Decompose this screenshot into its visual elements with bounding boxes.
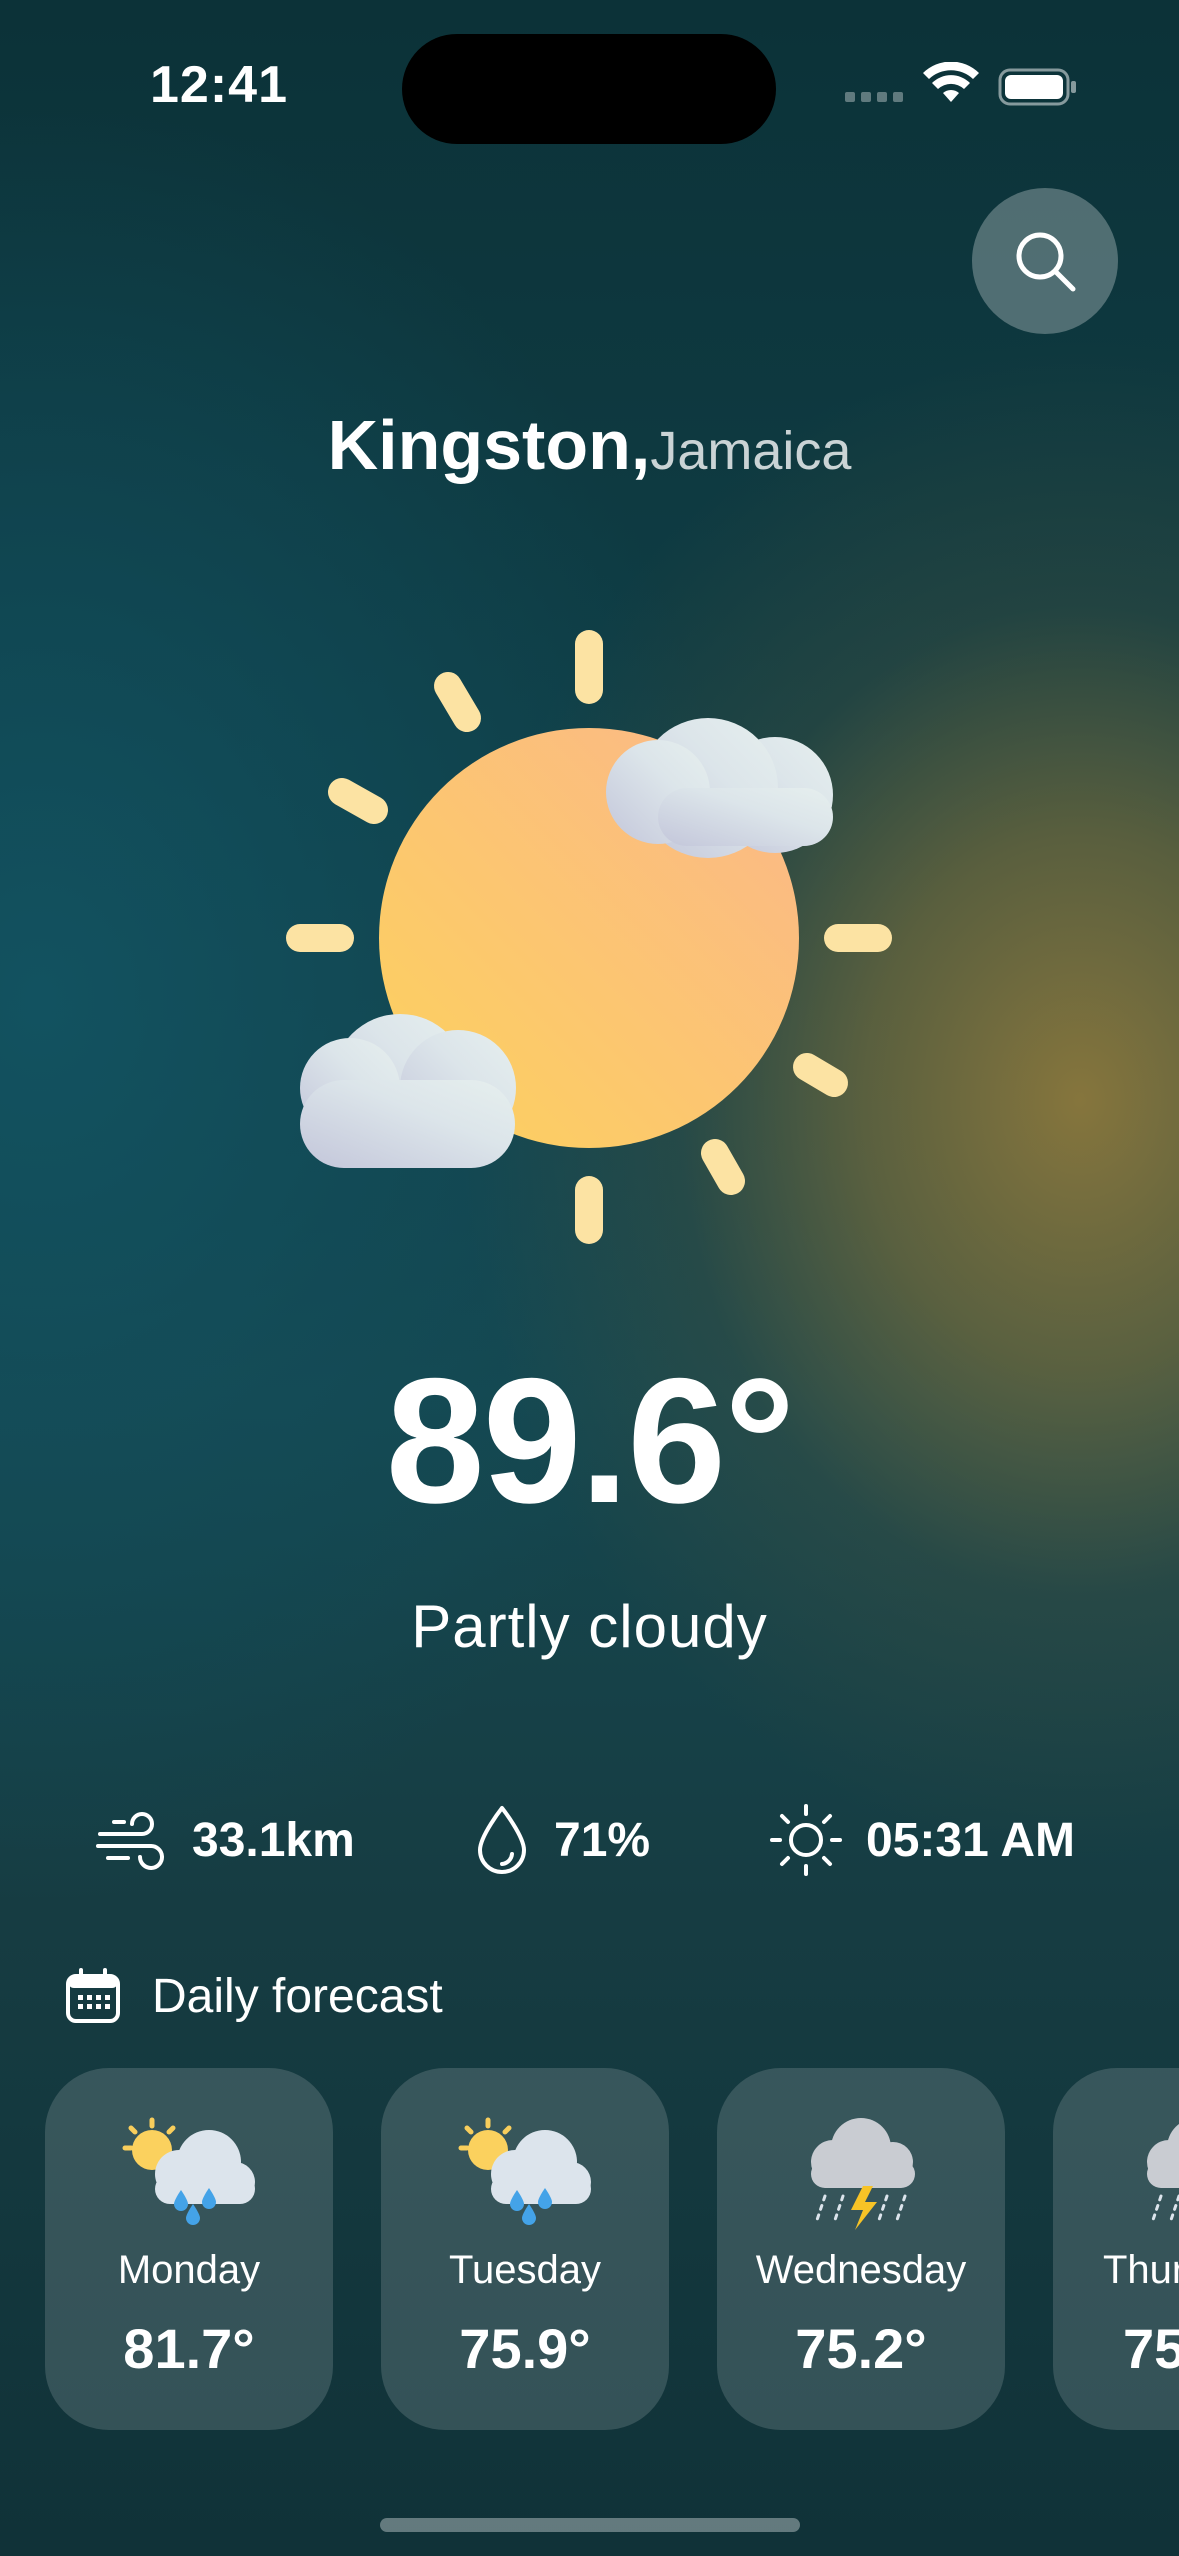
city-name: Kingston, — [327, 406, 651, 484]
weather-screen: 12:41 Kingston,Jamaica 89.6° Partly clou… — [0, 0, 1179, 2556]
dynamic-island — [402, 34, 776, 144]
sun-icon — [770, 1804, 842, 1876]
forecast-day: Tuesday — [449, 2248, 601, 2292]
partly-cloudy-icon — [286, 630, 892, 1244]
forecast-card[interactable]: Wednesday 75.2° — [717, 2068, 1005, 2430]
rain-icon — [1147, 2124, 1179, 2222]
status-time: 12:41 — [150, 56, 288, 114]
wind-value: 33.1km — [192, 1813, 355, 1867]
forecast-temp: 81.7° — [123, 2317, 255, 2380]
weather-condition: Partly cloudy — [411, 1593, 768, 1660]
droplet-icon — [478, 1806, 526, 1874]
forecast-day: Monday — [117, 2248, 261, 2292]
forecast-card[interactable]: Tuesday 75.9° — [381, 2068, 669, 2430]
sun-rain-icon — [122, 2117, 255, 2225]
forecast-card[interactable]: Monday 81.7° — [45, 2068, 333, 2430]
search-button[interactable] — [972, 188, 1118, 334]
forecast-day: Wednesday — [755, 2248, 967, 2292]
location-title: Kingston,Jamaica — [0, 405, 1179, 485]
calendar-icon — [66, 1968, 120, 2023]
forecast-temp: 75.x° — [1123, 2317, 1179, 2380]
forecast-temp: 75.9° — [459, 2317, 591, 2380]
sunrise-stat: 05:31 AM — [768, 1800, 1075, 1880]
forecast-day: Thursday — [1103, 2248, 1179, 2292]
sunrise-value: 05:31 AM — [866, 1813, 1075, 1867]
daily-forecast-title: Daily forecast — [152, 1969, 443, 2023]
wifi-icon — [923, 62, 979, 102]
humidity-value: 71% — [554, 1813, 651, 1867]
cellular-signal-icon — [845, 92, 903, 102]
wind-icon — [96, 1812, 164, 1870]
sun-rain-icon — [458, 2117, 591, 2225]
battery-icon — [998, 68, 1076, 106]
country-name: Jamaica — [650, 421, 852, 481]
home-indicator[interactable] — [380, 2518, 800, 2532]
daily-forecast-header: Daily forecast — [64, 1964, 443, 2028]
forecast-card[interactable]: Thursday 75.x° — [1053, 2068, 1179, 2430]
current-temperature: 89.6° — [385, 1341, 796, 1540]
forecast-temp: 75.2° — [795, 2317, 927, 2380]
wind-stat: 33.1km — [94, 1800, 355, 1880]
humidity-stat: 71% — [472, 1800, 650, 1880]
thunderstorm-icon — [811, 2118, 915, 2230]
search-icon — [1016, 232, 1076, 292]
